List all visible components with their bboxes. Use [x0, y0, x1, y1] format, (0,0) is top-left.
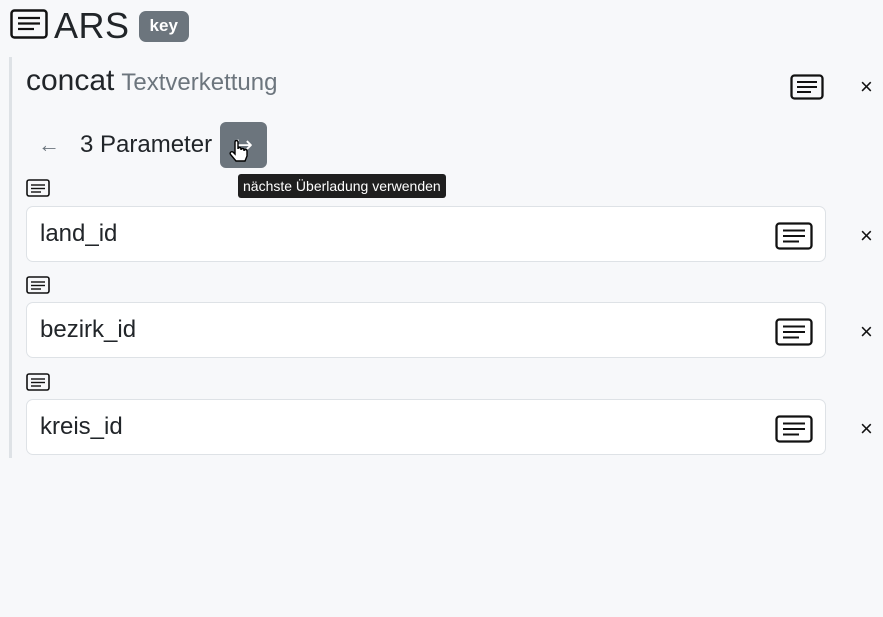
param-remove-button[interactable]: ×	[860, 418, 873, 440]
param-type-icon[interactable]	[26, 179, 50, 197]
function-text-icon[interactable]	[790, 74, 824, 100]
hand-cursor-icon	[229, 139, 249, 171]
param-input[interactable]: land_id	[26, 206, 826, 262]
param-remove-button[interactable]: ×	[860, 321, 873, 343]
function-close-button[interactable]: ×	[860, 76, 873, 98]
function-header: concat Textverkettung	[26, 64, 277, 104]
param-input[interactable]: bezirk_id	[26, 302, 826, 358]
param-type-icon[interactable]	[26, 373, 50, 391]
key-badge: key	[138, 10, 189, 42]
param-remove-button[interactable]: ×	[860, 225, 873, 247]
page-title: ARS	[54, 5, 130, 46]
panel-border	[9, 57, 12, 458]
text-field-icon[interactable]	[10, 8, 48, 44]
overload-label: 3 Parameter	[80, 131, 213, 158]
param-value: kreis_id	[40, 413, 123, 440]
param-value: land_id	[40, 220, 118, 247]
function-description: Textverkettung	[121, 69, 278, 96]
param-input[interactable]: kreis_id	[26, 399, 826, 455]
tooltip: nächste Überladung verwenden	[238, 174, 446, 198]
function-name: concat	[26, 64, 115, 97]
param-value: bezirk_id	[40, 316, 137, 343]
param-text-icon[interactable]	[775, 415, 813, 448]
param-text-icon[interactable]	[775, 318, 813, 351]
param-text-icon[interactable]	[775, 222, 813, 255]
param-type-icon[interactable]	[26, 276, 50, 294]
previous-overload-button[interactable]: ←	[26, 132, 72, 158]
header: ARS key	[10, 6, 189, 46]
